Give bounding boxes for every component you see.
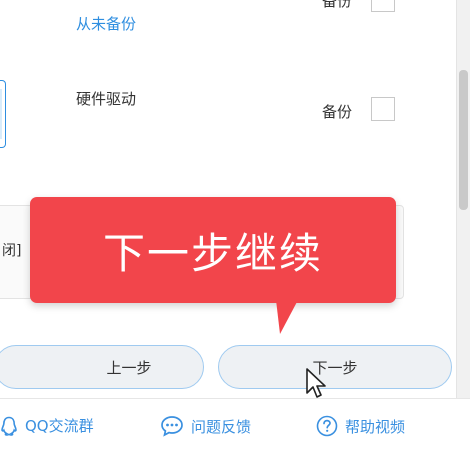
qq-penguin-icon xyxy=(1,416,17,436)
help-video-label: 帮助视频 xyxy=(345,417,406,436)
qq-group-label: QQ交流群 xyxy=(25,417,94,435)
driver-backup-label: 备份 xyxy=(322,103,353,121)
footer-bar: QQ交流群 问题反馈 帮助视频 xyxy=(0,398,470,450)
panel-partial-text: 闭] xyxy=(2,243,22,259)
feedback-link[interactable]: 问题反馈 xyxy=(160,415,251,437)
qq-group-link[interactable]: QQ交流群 xyxy=(0,415,94,436)
tooltip-arrow xyxy=(276,300,298,334)
top-row-backup-checkbox[interactable] xyxy=(371,0,395,12)
backup-status-text: 从未备份 xyxy=(76,15,137,33)
driver-icon-card xyxy=(0,80,6,148)
tooltip-text: 下一步继续 xyxy=(102,228,323,278)
help-video-link[interactable]: 帮助视频 xyxy=(316,415,405,437)
scrollbar-thumb[interactable] xyxy=(459,70,468,210)
previous-step-button[interactable]: 上一步 xyxy=(0,345,204,389)
speech-bubble-icon xyxy=(161,416,183,437)
next-step-tooltip: 下一步继续 xyxy=(30,197,396,303)
driver-item-label: 硬件驱动 xyxy=(76,90,137,108)
question-circle-icon xyxy=(316,415,338,437)
next-step-button[interactable]: 下一步 xyxy=(218,345,452,389)
driver-backup-checkbox[interactable] xyxy=(371,97,395,121)
mouse-cursor-icon xyxy=(306,368,326,398)
feedback-label: 问题反馈 xyxy=(191,417,252,436)
scrollbar[interactable] xyxy=(456,0,470,398)
top-row-backup-label: 备份 xyxy=(322,0,353,10)
